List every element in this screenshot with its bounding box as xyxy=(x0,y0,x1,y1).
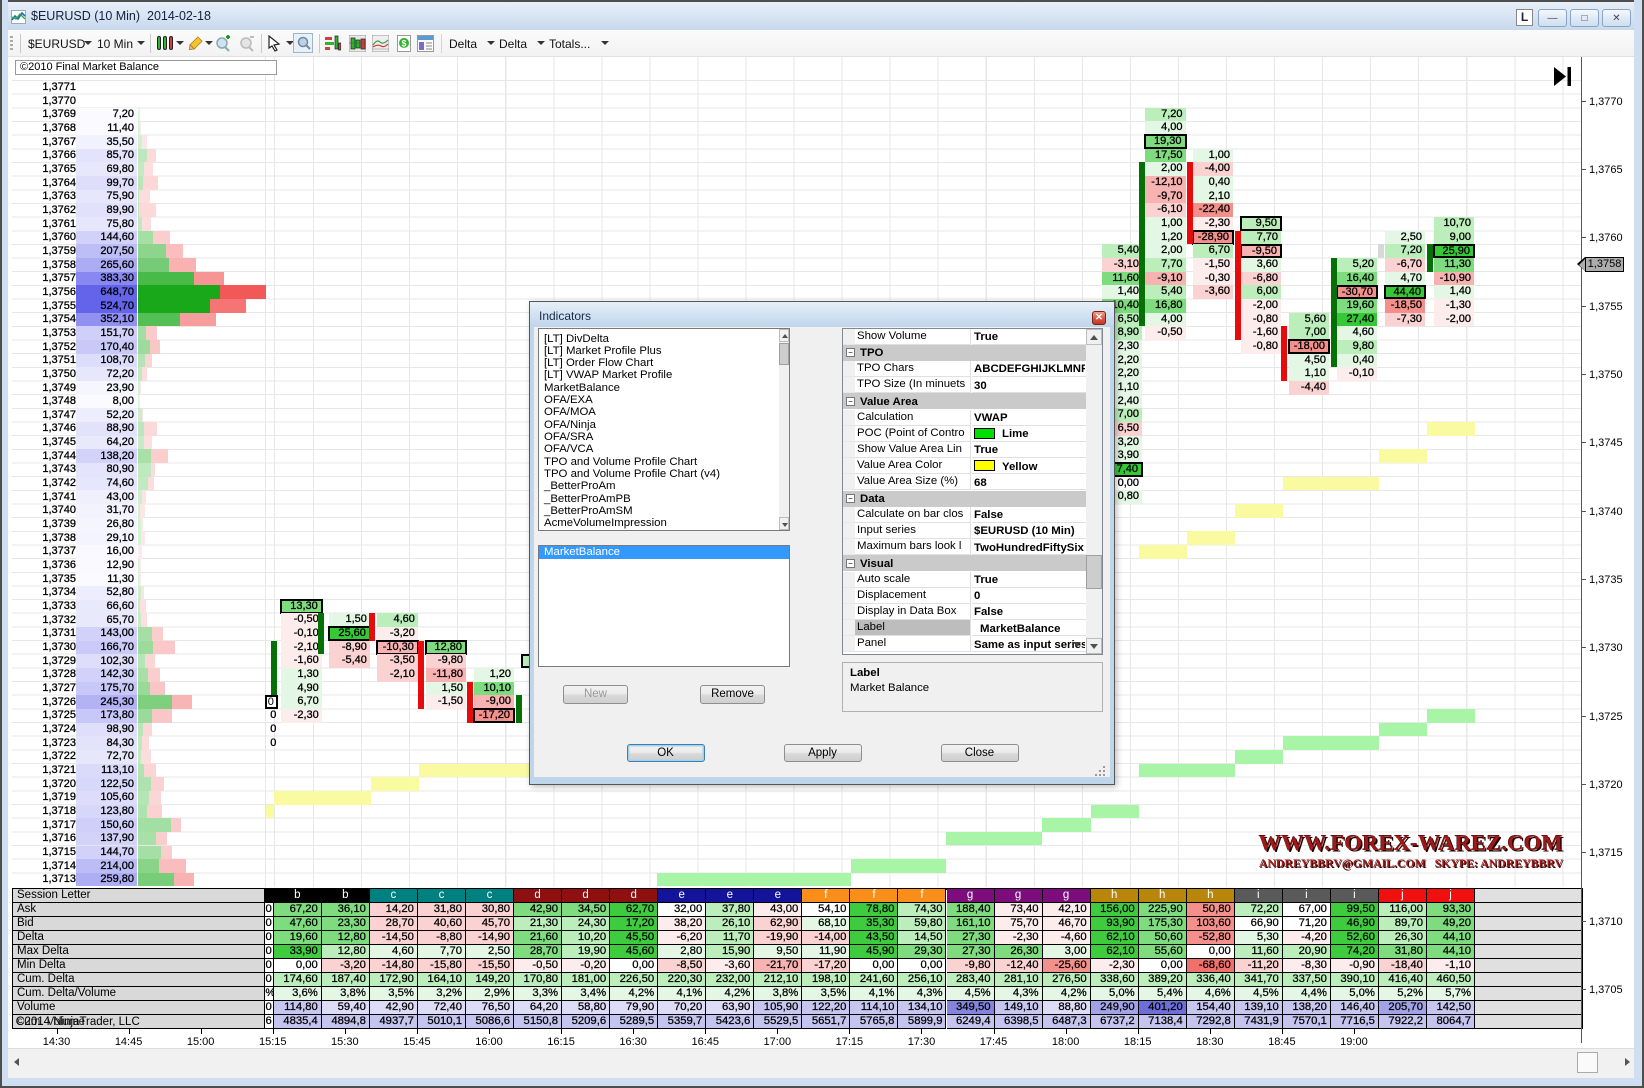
svg-text:$: $ xyxy=(401,39,406,49)
